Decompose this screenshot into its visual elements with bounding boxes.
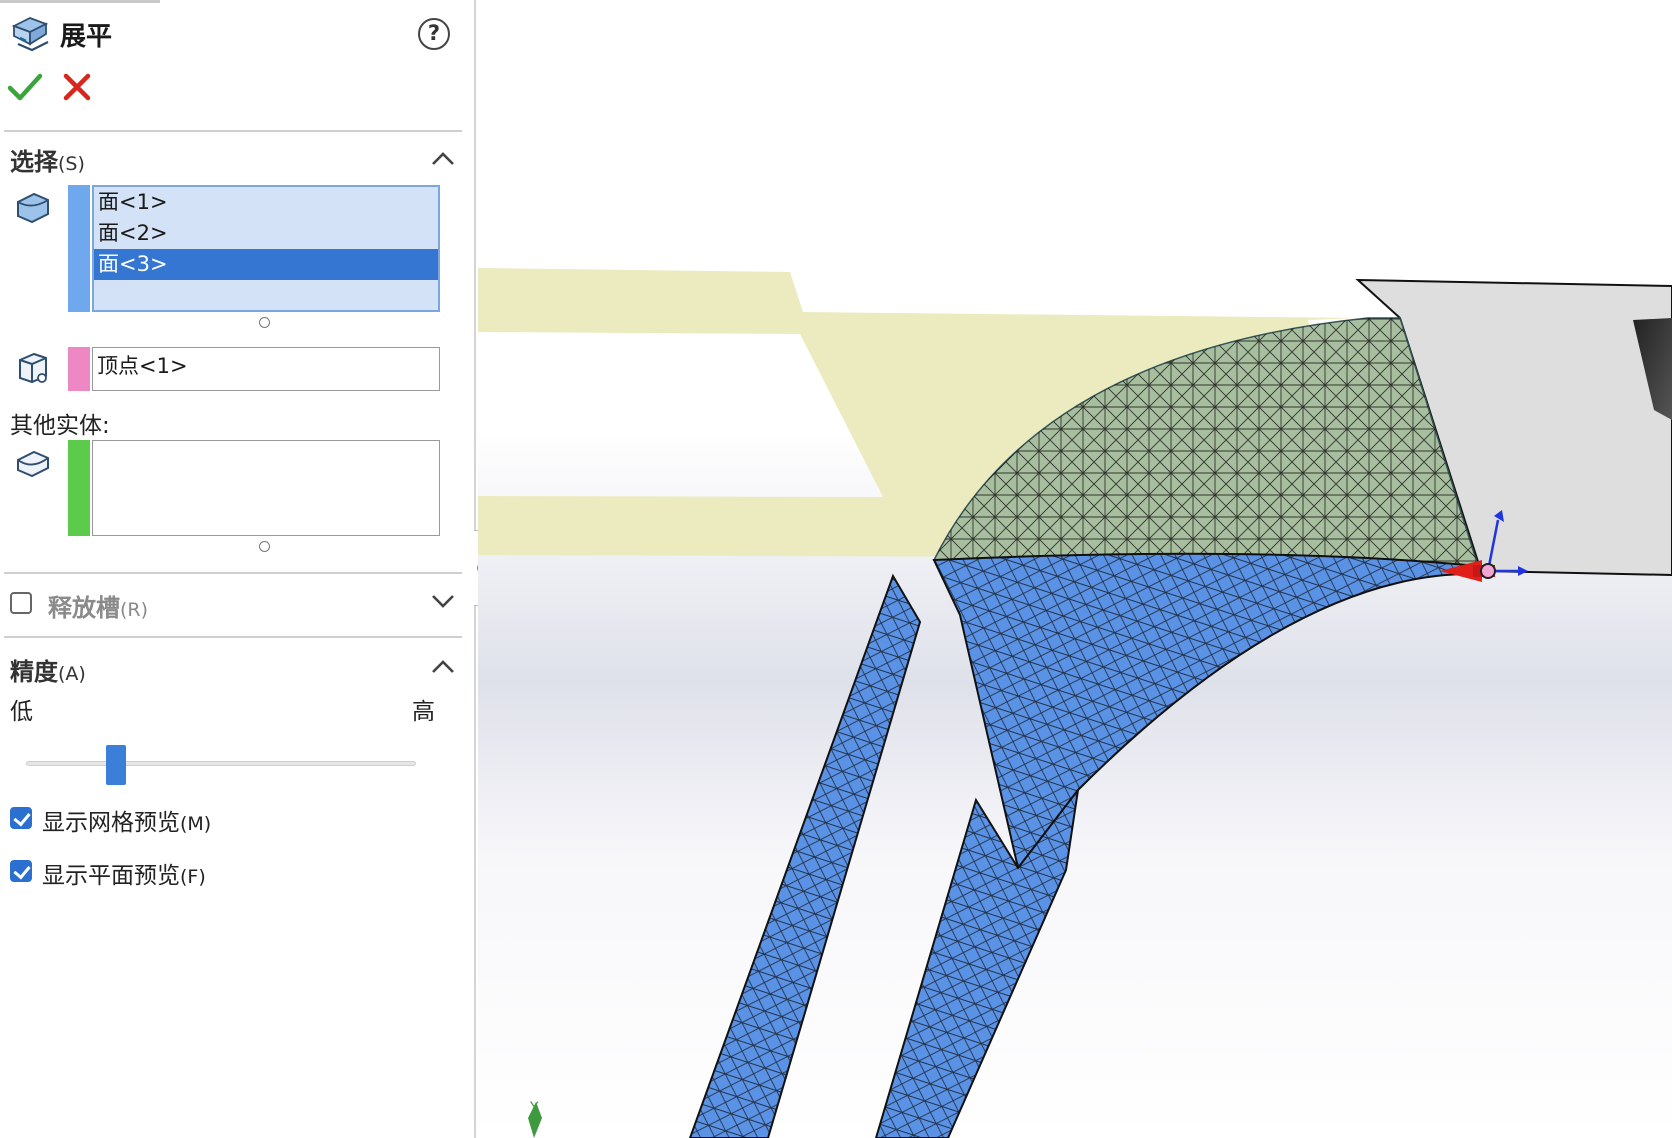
section-divider <box>4 572 462 574</box>
other-bodies-list[interactable] <box>92 440 440 536</box>
property-manager: 展平 ? 选择(S) 面<1> 面<2> 面<3> 顶点<1> 其他实体: 释放… <box>0 0 476 1138</box>
vertex-select-icon <box>19 352 47 384</box>
close-icon[interactable] <box>58 68 96 106</box>
other-bodies-label: 其他实体: <box>10 413 110 439</box>
faces-list[interactable]: 面<1> 面<2> 面<3> <box>92 185 440 312</box>
relief-section-title[interactable]: 释放槽(R) <box>48 588 148 623</box>
accuracy-high-label: 高 <box>412 699 435 725</box>
check-icon[interactable] <box>6 68 44 106</box>
show-mesh-preview-label[interactable]: 显示网格预览(M) <box>42 803 211 837</box>
accuracy-slider-thumb[interactable] <box>105 745 126 785</box>
vertex-color-bar <box>68 347 90 391</box>
accuracy-section-title[interactable]: 精度(A) <box>10 652 86 687</box>
accuracy-low-label: 低 <box>10 699 33 725</box>
panel-tab-strip[interactable] <box>0 0 160 3</box>
show-mesh-preview-checkbox[interactable] <box>10 807 32 829</box>
relief-checkbox[interactable] <box>10 592 32 614</box>
list-item[interactable]: 顶点<1> <box>93 348 439 388</box>
help-icon[interactable]: ? <box>418 18 450 50</box>
faces-color-bar <box>68 185 90 312</box>
chevron-down-icon[interactable] <box>428 590 458 612</box>
list-resize-grip[interactable] <box>259 541 270 552</box>
body-select-icon <box>17 450 49 478</box>
section-divider <box>4 130 462 132</box>
section-divider <box>4 636 462 638</box>
face-select-icon <box>17 192 49 224</box>
model-view[interactable]: Y <box>478 0 1672 1138</box>
chevron-up-icon[interactable] <box>428 656 458 678</box>
triad-y-label: Y <box>529 1100 539 1116</box>
show-flat-preview-checkbox[interactable] <box>10 860 32 882</box>
list-item[interactable]: 面<3> <box>94 249 438 280</box>
graphics-viewport[interactable]: Y <box>478 0 1672 1138</box>
accuracy-slider-track[interactable] <box>26 761 416 766</box>
flatten-feature-icon <box>11 17 49 52</box>
selection-section-title[interactable]: 选择(S) <box>10 142 85 177</box>
bodies-color-bar <box>68 440 90 536</box>
vertex-handle[interactable] <box>1480 563 1496 579</box>
vertex-field[interactable]: 顶点<1> <box>92 347 440 391</box>
list-resize-grip[interactable] <box>259 317 270 328</box>
show-flat-preview-label[interactable]: 显示平面预览(F) <box>42 856 206 890</box>
list-item[interactable]: 面<1> <box>94 187 438 218</box>
list-item[interactable]: 面<2> <box>94 218 438 249</box>
page-title: 展平 <box>60 22 113 52</box>
chevron-up-icon[interactable] <box>428 148 458 170</box>
